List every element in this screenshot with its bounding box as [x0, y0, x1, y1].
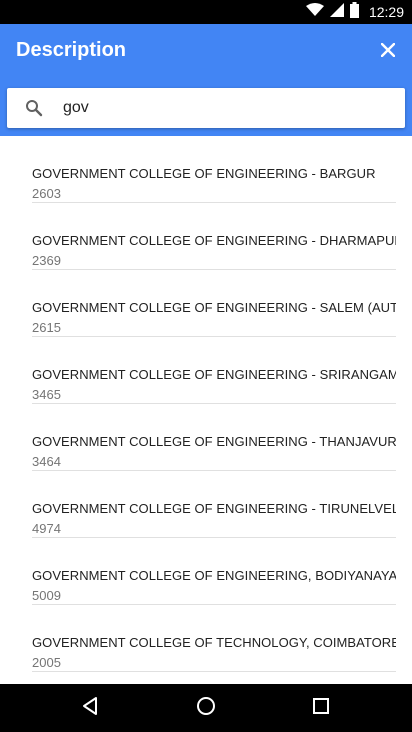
close-button[interactable]	[368, 32, 408, 72]
status-icons: 12:29	[305, 0, 404, 24]
college-name: GOVERNMENT COLLEGE OF ENGINEERING - BARG…	[32, 166, 376, 181]
college-name: GOVERNMENT COLLEGE OF ENGINEERING - SALE…	[32, 300, 396, 315]
college-name: GOVERNMENT COLLEGE OF ENGINEERING - THAN…	[32, 434, 396, 449]
recents-button[interactable]	[309, 696, 333, 720]
college-code: 2603	[32, 186, 61, 201]
status-time: 12:29	[368, 4, 404, 20]
search-input[interactable]	[63, 99, 363, 117]
app-bar: Description	[0, 24, 412, 80]
college-name: GOVERNMENT COLLEGE OF ENGINEERING - TIRU…	[32, 501, 396, 516]
college-code: 3465	[32, 387, 61, 402]
list-item[interactable]: GOVERNMENT COLLEGE OF TECHNOLOGY, COIMBA…	[32, 605, 396, 672]
search-box[interactable]	[7, 88, 405, 128]
signal-icon	[329, 2, 344, 22]
home-icon	[196, 696, 216, 721]
list-item[interactable]: GOVERNMENT COLLEGE OF ENGINEERING - SALE…	[32, 270, 396, 337]
page-title: Description	[16, 39, 127, 61]
search-area	[0, 80, 412, 136]
home-button[interactable]	[194, 696, 218, 720]
search-icon	[25, 99, 43, 117]
recents-icon	[312, 697, 330, 720]
list-item[interactable]: GOVERNMENT COLLEGE OF ENGINEERING - DHAR…	[32, 203, 396, 270]
college-name: GOVERNMENT COLLEGE OF ENGINEERING - DHAR…	[32, 233, 396, 248]
navigation-bar	[0, 684, 412, 732]
status-bar: 12:29	[0, 0, 412, 24]
results-list: GOVERNMENT COLLEGE OF ENGINEERING - BARG…	[0, 136, 412, 684]
back-button[interactable]	[78, 696, 102, 720]
college-name: GOVERNMENT COLLEGE OF ENGINEERING - SRIR…	[32, 367, 396, 382]
wifi-icon	[305, 2, 324, 22]
close-icon	[380, 41, 396, 62]
college-name: GOVERNMENT COLLEGE OF ENGINEERING, BODIY…	[32, 568, 396, 583]
college-code: 4974	[32, 521, 61, 536]
list-item[interactable]: GOVERNMENT COLLEGE OF ENGINEERING - SRIR…	[32, 337, 396, 404]
college-code: 3464	[32, 454, 61, 469]
list-item[interactable]: GOVERNMENT COLLEGE OF ENGINEERING - TIRU…	[32, 471, 396, 538]
list-item[interactable]: GOVERNMENT COLLEGE OF ENGINEERING - THAN…	[32, 404, 396, 471]
back-icon	[81, 696, 99, 721]
list-item[interactable]: GOVERNMENT COLLEGE OF ENGINEERING - BARG…	[32, 136, 396, 203]
college-code: 2615	[32, 320, 61, 335]
college-code: 5009	[32, 588, 61, 603]
list-item[interactable]: GOVERNMENT COLLEGE OF ENGINEERING, BODIY…	[32, 538, 396, 605]
college-name: GOVERNMENT COLLEGE OF TECHNOLOGY, COIMBA…	[32, 635, 396, 650]
college-code: 2369	[32, 253, 61, 268]
battery-icon	[349, 1, 359, 23]
college-code: 2005	[32, 655, 61, 670]
